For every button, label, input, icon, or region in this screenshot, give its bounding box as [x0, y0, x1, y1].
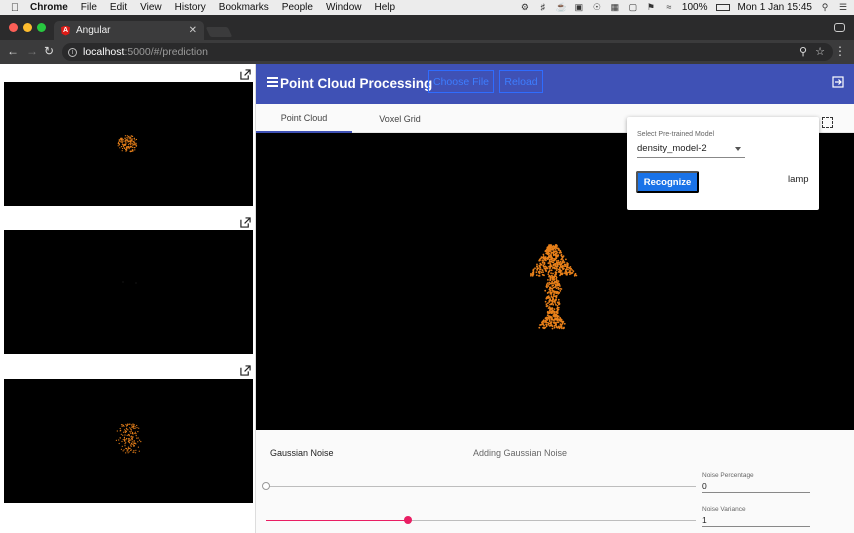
open-in-new-icon[interactable]	[240, 217, 251, 228]
minimize-window-button[interactable]	[23, 23, 32, 32]
selected-model: density_model-2	[637, 143, 707, 154]
slider-fill	[266, 520, 408, 521]
slider-thumb[interactable]	[403, 516, 412, 524]
clock[interactable]: Mon 1 Jan 15:45	[738, 2, 813, 13]
address-bar[interactable]: i localhost:5000/#/prediction ⚲ ☆	[62, 43, 833, 61]
open-in-new-icon[interactable]	[240, 365, 251, 376]
zoom-search-icon[interactable]: ⚲	[799, 45, 807, 58]
main-app: Point Cloud Processing Choose File Reloa…	[256, 64, 854, 533]
model-select[interactable]: density_model-2	[637, 143, 745, 158]
browser-toolbar: ← → ↻ i localhost:5000/#/prediction ⚲ ☆ …	[0, 40, 854, 64]
spotlight-icon[interactable]: ⚲	[820, 3, 830, 12]
site-info-icon[interactable]: i	[68, 47, 77, 57]
profile-icon[interactable]	[834, 23, 845, 32]
tab-title: Angular	[76, 25, 111, 36]
noise-description: Adding Gaussian Noise	[473, 448, 568, 458]
flag-icon[interactable]: ⚑	[646, 3, 656, 12]
menu-window[interactable]: Window	[326, 2, 362, 13]
tab-label: Point Cloud	[280, 112, 328, 123]
back-icon[interactable]: ←	[7, 44, 19, 58]
display-icon[interactable]: ▣	[574, 3, 584, 12]
battery-icon[interactable]	[715, 4, 730, 11]
noise-title: Gaussian Noise	[270, 448, 334, 458]
point-cloud-thumbnail	[117, 135, 138, 153]
app-toolbar: Point Cloud Processing Choose File Reloa…	[256, 64, 854, 104]
coffee-icon[interactable]: ☕	[556, 3, 567, 12]
wifi-icon[interactable]: ≈	[664, 3, 674, 12]
open-in-new-icon[interactable]	[240, 69, 251, 80]
tab-voxel-grid[interactable]: Voxel Grid	[352, 104, 448, 133]
noise-variance-slider[interactable]	[266, 514, 696, 526]
bookmark-star-icon[interactable]: ☆	[815, 45, 825, 58]
menu-view[interactable]: View	[140, 2, 162, 13]
noise-percentage-slider[interactable]	[262, 480, 696, 492]
box-icon[interactable]: ▢	[628, 3, 638, 12]
menu-file[interactable]: File	[81, 2, 97, 13]
url-host: localhost	[83, 46, 125, 58]
battery-percent: 100%	[681, 2, 708, 13]
noise-controls: Gaussian Noise Adding Gaussian Noise Noi…	[256, 430, 854, 533]
notification-center-icon[interactable]: ☰	[838, 3, 848, 12]
url-path: :5000/#/prediction	[124, 46, 208, 58]
apple-menu-icon[interactable]: 	[0, 2, 30, 14]
noise-variance-value: 1	[702, 515, 707, 525]
status-icon[interactable]: ♯	[538, 3, 548, 12]
slider-thumb[interactable]	[262, 482, 270, 490]
thumbnail-panel	[0, 64, 256, 533]
recognize-button[interactable]: Recognize	[636, 171, 699, 193]
choose-file-button[interactable]: Choose File	[428, 70, 494, 93]
tab-point-cloud[interactable]: Point Cloud	[256, 104, 352, 133]
macos-menubar:  Chrome File Edit View History Bookmark…	[0, 0, 854, 15]
zoom-window-button[interactable]	[37, 23, 46, 32]
menu-help[interactable]: Help	[375, 2, 396, 13]
reload-page-icon[interactable]: ↻	[44, 44, 54, 58]
chevron-down-icon	[735, 147, 741, 151]
noise-percentage-input[interactable]: 0	[702, 481, 810, 493]
close-window-button[interactable]	[9, 23, 18, 32]
noise-percentage-label: Noise Percentage	[702, 472, 754, 479]
noise-percentage-value: 0	[702, 481, 707, 491]
app-title: Point Cloud Processing	[280, 76, 433, 91]
logout-icon[interactable]	[832, 76, 844, 88]
tab-label: Voxel Grid	[379, 113, 421, 124]
thumbnail-2[interactable]	[4, 230, 253, 354]
forward-icon[interactable]: →	[26, 44, 38, 58]
browser-menu-icon[interactable]: ⋮	[834, 44, 846, 58]
browser-tab[interactable]: A Angular ✕	[54, 21, 204, 40]
reload-button[interactable]: Reload	[499, 70, 543, 93]
new-tab-button[interactable]	[205, 27, 233, 37]
thumbnail-3[interactable]	[4, 379, 253, 503]
grid-select-icon[interactable]	[822, 117, 833, 128]
status-area: ⚙ ♯ ☕ ▣ ☉ ▦ ▢ ⚑ ≈ 100% Mon 1 Jan 15:45 ⚲…	[520, 0, 848, 15]
thumbnail-1[interactable]	[4, 82, 253, 206]
hamburger-menu-icon[interactable]	[267, 77, 278, 87]
point-cloud-thumbnail	[122, 281, 137, 284]
menu-app-name[interactable]: Chrome	[30, 2, 68, 13]
search-status-icon[interactable]: ☉	[592, 3, 602, 12]
noise-variance-input[interactable]: 1	[702, 515, 810, 527]
angular-logo-icon: A	[61, 25, 70, 36]
status-icon[interactable]: ⚙	[520, 3, 530, 12]
menu-history[interactable]: History	[175, 2, 206, 13]
noise-variance-label: Noise Variance	[702, 506, 746, 513]
slider-track	[266, 486, 696, 487]
menu-people[interactable]: People	[282, 2, 313, 13]
prediction-result: lamp	[788, 174, 809, 185]
close-tab-icon[interactable]: ✕	[189, 25, 197, 36]
menu-bookmarks[interactable]: Bookmarks	[219, 2, 269, 13]
model-select-label: Select Pre-trained Model	[637, 131, 715, 138]
grid-status-icon[interactable]: ▦	[610, 3, 620, 12]
model-card: Select Pre-trained Model density_model-2…	[627, 117, 819, 210]
point-cloud-thumbnail	[115, 423, 142, 454]
menu-edit[interactable]: Edit	[110, 2, 127, 13]
